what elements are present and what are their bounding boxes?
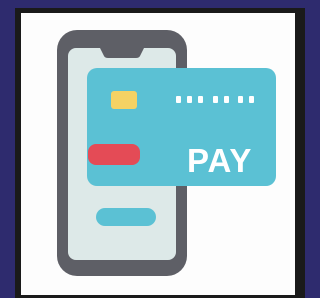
card-pay-label: PAY <box>187 142 252 179</box>
card-dot <box>224 96 229 103</box>
card-dot <box>176 96 181 103</box>
card-dot <box>213 96 218 103</box>
card-dot <box>249 96 254 103</box>
card-dot <box>238 96 243 103</box>
phone-notch <box>100 48 144 58</box>
card-stripe <box>88 144 140 165</box>
card-dot <box>198 96 203 103</box>
card-number-dots <box>176 96 254 103</box>
card-dot <box>187 96 192 103</box>
mobile-payment-icon: PAY <box>57 30 276 276</box>
phone-home-button <box>96 208 156 226</box>
card-chip <box>111 91 137 109</box>
outer-frame: PAY <box>0 0 305 298</box>
